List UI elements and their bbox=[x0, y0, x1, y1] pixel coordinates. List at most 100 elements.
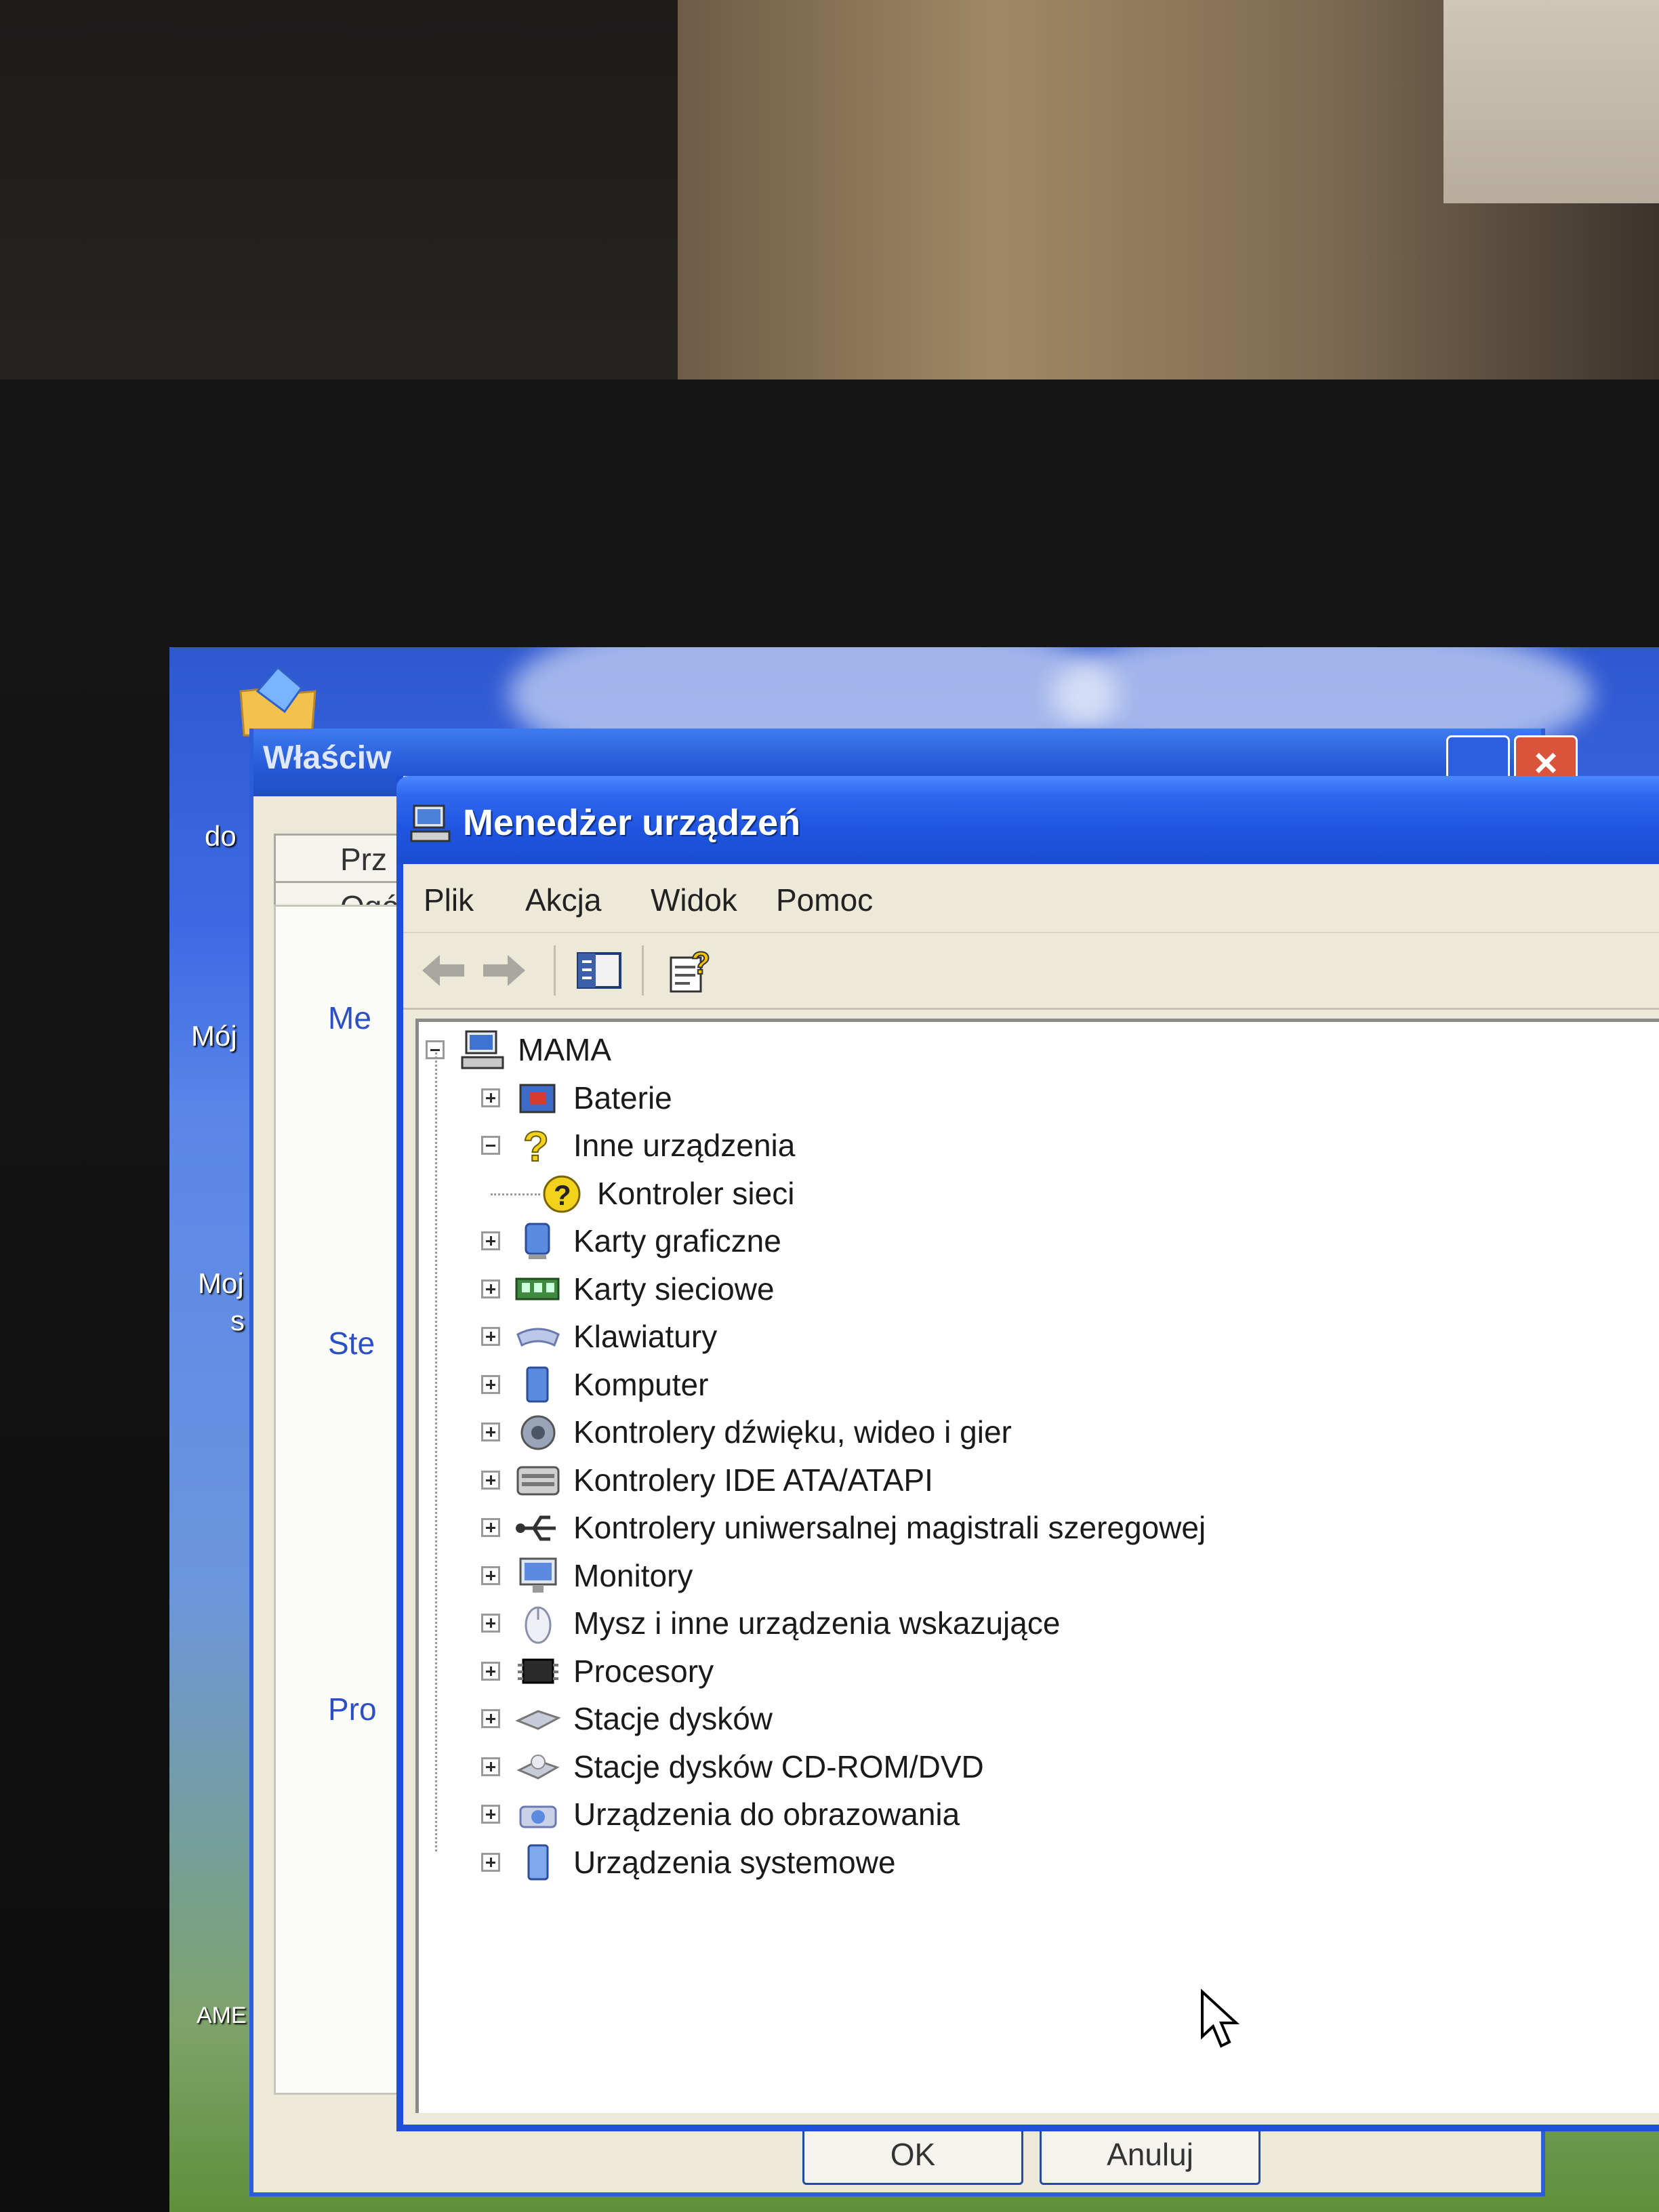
collapse-toggle[interactable] bbox=[481, 1136, 500, 1155]
expand-toggle[interactable] bbox=[481, 1709, 500, 1728]
device-tree[interactable]: MAMA Baterie? Inne urządzenia? Kontroler s… bbox=[415, 1019, 1659, 2113]
expand-toggle[interactable] bbox=[481, 1231, 500, 1250]
tree-category-label: Karty sieciowe bbox=[573, 1271, 775, 1307]
background-box bbox=[1443, 0, 1659, 203]
svg-text:?: ? bbox=[691, 947, 710, 981]
toolbar-separator bbox=[554, 945, 556, 996]
ok-button[interactable]: OK bbox=[802, 2128, 1023, 2185]
toolbar-separator bbox=[642, 945, 644, 996]
room-shadow bbox=[0, 0, 678, 380]
title-bar[interactable]: Menedżer urządzeń bbox=[396, 776, 1659, 864]
screen: do Mój Moj s AME Właściw × Prz Ogó Me St… bbox=[169, 647, 1659, 2212]
tree-root[interactable]: MAMA bbox=[426, 1027, 611, 1072]
tree-category-label: Inne urządzenia bbox=[573, 1128, 796, 1163]
window-title: Menedżer urządzeń bbox=[463, 802, 801, 843]
expand-toggle[interactable] bbox=[481, 1565, 500, 1585]
tree-category-label: Kontrolery dźwięku, wideo i gier bbox=[573, 1414, 1012, 1450]
expand-toggle[interactable] bbox=[481, 1422, 500, 1441]
expand-toggle[interactable] bbox=[481, 1661, 500, 1681]
tree-category[interactable]: Urządzenia do obrazowania bbox=[481, 1792, 960, 1837]
tree-category-label: Stacje dysków CD-ROM/DVD bbox=[573, 1748, 984, 1784]
expand-toggle[interactable] bbox=[481, 1805, 500, 1824]
battery-icon bbox=[519, 1084, 556, 1113]
tree-category-label: Mysz i inne urządzenia wskazujące bbox=[573, 1605, 1061, 1641]
mouse-cursor-icon bbox=[1201, 1989, 1240, 2048]
cancel-button[interactable]: Anuluj bbox=[1040, 2128, 1261, 2185]
warning-device-icon: ? bbox=[543, 1175, 581, 1212]
expand-toggle[interactable] bbox=[481, 1279, 500, 1298]
tree-category[interactable]: Stacje dysków CD-ROM/DVD bbox=[481, 1744, 984, 1789]
system-device-icon bbox=[527, 1844, 549, 1880]
tree-category-label: Urządzenia do obrazowania bbox=[573, 1797, 960, 1832]
show-hide-tree-icon[interactable] bbox=[573, 947, 626, 994]
computer-icon bbox=[410, 804, 451, 842]
tree-category[interactable]: ? Inne urządzenia bbox=[481, 1123, 795, 1168]
desktop-label: Mój bbox=[191, 1020, 237, 1052]
expand-toggle[interactable] bbox=[481, 1374, 500, 1394]
keyboard-icon bbox=[516, 1328, 560, 1347]
tree-category[interactable]: Baterie bbox=[481, 1076, 672, 1120]
section-heading: Ste bbox=[328, 1326, 375, 1361]
expand-toggle[interactable] bbox=[481, 1327, 500, 1346]
back-arrow-icon[interactable] bbox=[417, 947, 470, 994]
menu-akcja[interactable]: Akcja bbox=[525, 882, 601, 918]
desktop-label: Moj bbox=[198, 1267, 244, 1299]
cdrom-icon bbox=[516, 1754, 560, 1780]
display-adapter-icon bbox=[525, 1223, 550, 1259]
tree-category-label: Karty graficzne bbox=[573, 1223, 781, 1258]
svg-text:?: ? bbox=[554, 1179, 571, 1211]
tree-category[interactable]: Stacje dysków bbox=[481, 1696, 773, 1741]
imaging-device-icon bbox=[519, 1805, 557, 1828]
properties-title: Właściw bbox=[263, 740, 392, 776]
tree-category[interactable]: Kontrolery dźwięku, wideo i gier bbox=[481, 1410, 1012, 1454]
tree-device[interactable]: ? Kontroler sieci bbox=[537, 1171, 794, 1216]
computer-icon bbox=[461, 1030, 504, 1069]
menu-widok[interactable]: Widok bbox=[651, 882, 737, 918]
device-manager-window: Menedżer urządzeń Plik Akcja Widok Pomoc bbox=[396, 776, 1659, 2131]
tree-category-label: Urządzenia systemowe bbox=[573, 1844, 896, 1880]
section-heading: Me bbox=[328, 1000, 371, 1036]
desktop-label: s bbox=[230, 1305, 245, 1336]
expand-toggle[interactable] bbox=[481, 1088, 500, 1107]
tree-connector-line bbox=[435, 1052, 437, 1851]
menu-plik[interactable]: Plik bbox=[424, 882, 474, 918]
tree-category[interactable]: Kontrolery uniwersalnej magistrali szere… bbox=[481, 1505, 1206, 1550]
tree-category[interactable]: Mysz i inne urządzenia wskazujące bbox=[481, 1601, 1060, 1645]
computer-name: MAMA bbox=[518, 1032, 611, 1067]
sound-icon bbox=[520, 1415, 556, 1450]
tree-category-label: Kontrolery uniwersalnej magistrali szere… bbox=[573, 1510, 1206, 1545]
tree-category-label: Procesory bbox=[573, 1653, 714, 1689]
monitor-icon bbox=[519, 1557, 557, 1593]
expand-toggle[interactable] bbox=[481, 1757, 500, 1776]
processor-icon bbox=[518, 1658, 558, 1683]
folder-icon[interactable] bbox=[237, 664, 319, 739]
expand-toggle[interactable] bbox=[481, 1852, 500, 1872]
menu-pomoc[interactable]: Pomoc bbox=[776, 882, 873, 918]
expand-toggle[interactable] bbox=[481, 1614, 500, 1633]
svg-text:?: ? bbox=[523, 1124, 549, 1168]
tab-prz[interactable]: Prz bbox=[274, 834, 409, 881]
tree-category[interactable]: Komputer bbox=[481, 1362, 708, 1407]
tree-category[interactable]: Kontrolery IDE ATA/ATAPI bbox=[481, 1458, 933, 1502]
tree-category-label: Stacje dysków bbox=[573, 1701, 773, 1736]
tree-category[interactable]: Urządzenia systemowe bbox=[481, 1840, 896, 1885]
unknown-device-icon: ? bbox=[523, 1123, 550, 1168]
network-adapter-icon bbox=[515, 1277, 560, 1300]
tree-category-label: Baterie bbox=[573, 1080, 672, 1115]
ide-controller-icon bbox=[516, 1466, 560, 1495]
tree-category[interactable]: Klawiatury bbox=[481, 1314, 717, 1359]
floppy-drive-icon bbox=[515, 1710, 561, 1730]
expand-toggle[interactable] bbox=[481, 1470, 500, 1490]
tree-connector-line bbox=[491, 1193, 540, 1195]
tree-category-label: Klawiatury bbox=[573, 1319, 718, 1354]
tree-category[interactable]: Monitory bbox=[481, 1553, 693, 1598]
forward-arrow-icon[interactable] bbox=[478, 947, 531, 994]
tree-category[interactable]: Karty graficzne bbox=[481, 1218, 781, 1263]
tree-category-label: Kontrolery IDE ATA/ATAPI bbox=[573, 1462, 933, 1498]
expand-toggle[interactable] bbox=[481, 1518, 500, 1537]
tree-category[interactable]: Procesory bbox=[481, 1649, 714, 1694]
toolbar: ? bbox=[403, 933, 1659, 1010]
desktop-label: AME bbox=[197, 2003, 247, 2028]
tree-category[interactable]: Karty sieciowe bbox=[481, 1267, 775, 1311]
properties-help-icon[interactable]: ? bbox=[664, 947, 717, 994]
